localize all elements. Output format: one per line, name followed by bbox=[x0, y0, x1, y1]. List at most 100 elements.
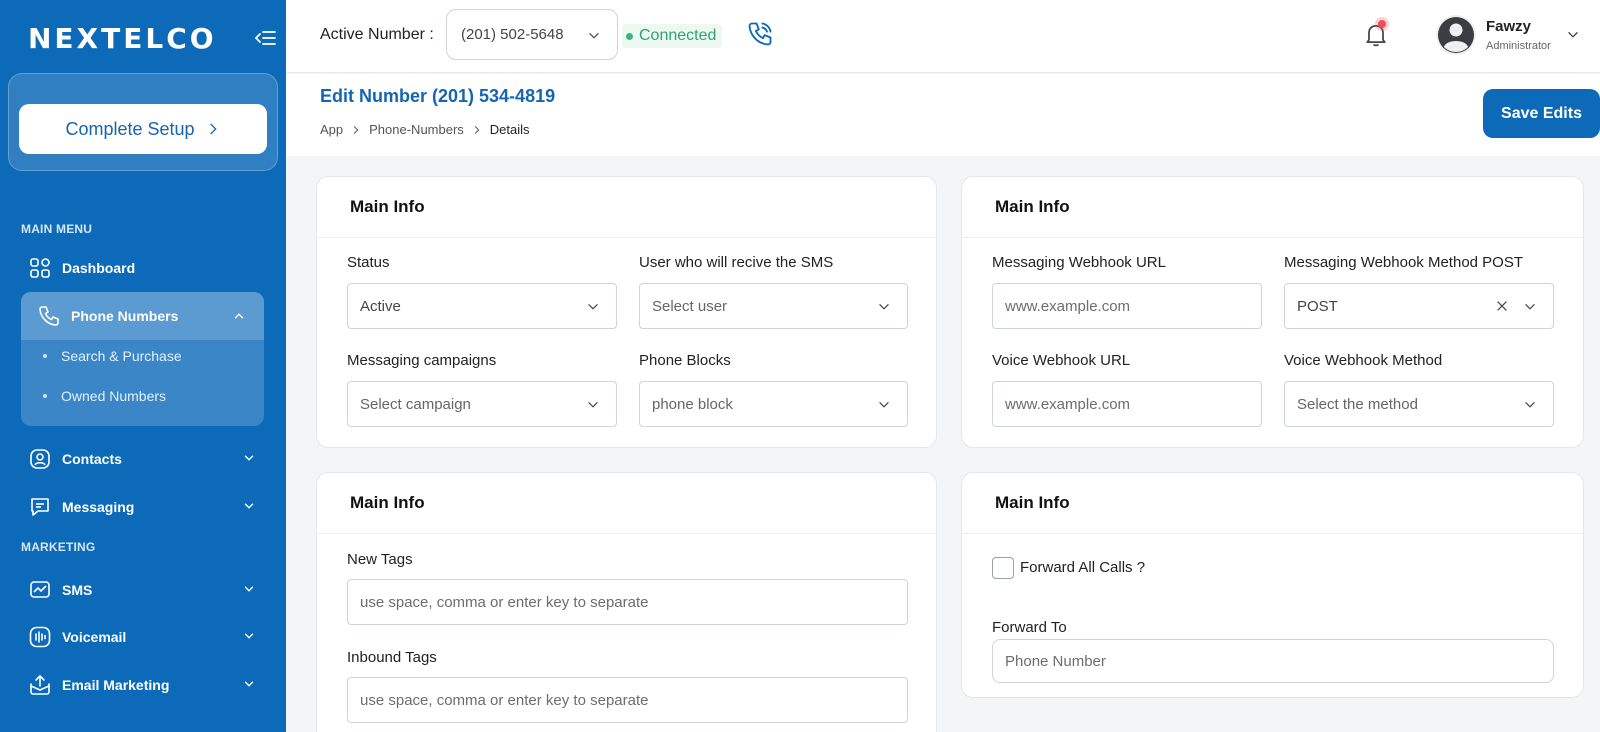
active-number-select[interactable]: (201) 502-5648 bbox=[446, 9, 618, 60]
campaigns-label: Messaging campaigns bbox=[347, 352, 497, 369]
message-icon bbox=[28, 495, 52, 519]
sidebar-item-label: Email Marketing bbox=[62, 677, 170, 693]
main-info-card: Main Info Status Active User who will re… bbox=[316, 176, 937, 448]
email-upload-icon bbox=[28, 673, 52, 697]
sms-icon bbox=[28, 578, 52, 602]
notification-badge bbox=[1378, 20, 1386, 28]
card-title: Main Info bbox=[350, 197, 425, 216]
sidebar-item-dashboard[interactable]: Dashboard bbox=[21, 248, 264, 288]
complete-setup-button[interactable]: Complete Setup bbox=[19, 104, 267, 154]
notifications-bell-icon[interactable] bbox=[1362, 18, 1390, 50]
new-tags-input[interactable] bbox=[347, 579, 908, 625]
messaging-method-label: Messaging Webhook Method POST bbox=[1284, 254, 1524, 271]
messaging-webhook-input[interactable] bbox=[992, 283, 1262, 329]
sidebar-item-voicemail[interactable]: Voicemail bbox=[21, 617, 264, 657]
user-name: Fawzy bbox=[1486, 18, 1532, 35]
phone-call-icon[interactable] bbox=[746, 20, 774, 48]
chevron-down-icon bbox=[589, 33, 599, 39]
chevron-down-icon bbox=[244, 455, 254, 461]
chevron-down-icon bbox=[244, 633, 254, 639]
chevron-down-icon[interactable] bbox=[1566, 28, 1580, 42]
connection-status-badge: Connected bbox=[622, 24, 723, 48]
marketing-label: MARKETING bbox=[21, 540, 96, 554]
logo: NEXTELCO bbox=[28, 22, 217, 55]
user-role: Administrator bbox=[1486, 40, 1551, 52]
sidebar-item-phone-numbers[interactable]: Phone Numbers bbox=[21, 292, 264, 340]
main-menu-label: MAIN MENU bbox=[21, 222, 93, 236]
breadcrumb-phone-numbers[interactable]: Phone-Numbers bbox=[369, 122, 464, 137]
sidebar-item-email-marketing[interactable]: Email Marketing bbox=[21, 665, 264, 705]
card-title: Main Info bbox=[350, 493, 425, 512]
status-label: Status bbox=[347, 254, 390, 271]
status-dot-icon bbox=[626, 32, 633, 40]
sidebar-item-contacts[interactable]: Contacts bbox=[21, 439, 264, 479]
chevron-down-icon bbox=[879, 304, 889, 310]
phone-block-placeholder: phone block bbox=[652, 395, 733, 413]
sidebar-item-label: Voicemail bbox=[62, 629, 127, 645]
chevron-down-icon bbox=[879, 402, 889, 408]
sms-user-placeholder: Select user bbox=[652, 297, 728, 315]
forward-info-card: Main Info Forward All Calls ? Forward To bbox=[961, 472, 1584, 698]
phone-icon bbox=[37, 304, 61, 328]
dashboard-icon bbox=[28, 256, 52, 280]
chevron-down-icon bbox=[1525, 402, 1535, 408]
sidebar-item-sms[interactable]: SMS bbox=[21, 570, 264, 610]
sidebar-subitem-owned-numbers[interactable]: Owned Numbers bbox=[43, 388, 166, 404]
voice-webhook-label: Voice Webhook URL bbox=[992, 352, 1131, 369]
bullet-icon bbox=[43, 354, 47, 358]
chevron-down-icon bbox=[244, 503, 254, 509]
contacts-icon bbox=[28, 447, 52, 471]
chevron-right-icon bbox=[353, 125, 359, 134]
voice-webhook-input[interactable] bbox=[992, 381, 1262, 427]
chevron-down-icon bbox=[588, 402, 598, 408]
card-divider bbox=[317, 533, 936, 534]
sidebar-item-label: SMS bbox=[62, 582, 93, 598]
forward-all-calls-label: Forward All Calls ? bbox=[1020, 559, 1146, 576]
status-value: Active bbox=[360, 297, 401, 315]
messaging-webhook-label: Messaging Webhook URL bbox=[992, 254, 1166, 271]
avatar[interactable] bbox=[1436, 15, 1476, 55]
forward-all-calls-checkbox[interactable] bbox=[992, 557, 1014, 579]
voicemail-icon bbox=[28, 625, 52, 649]
phone-block-select[interactable]: phone block bbox=[639, 381, 908, 427]
sidebar-subitem-label: Owned Numbers bbox=[61, 388, 167, 404]
page-header: Edit Number (201) 534-4819 App Phone-Num… bbox=[286, 74, 1600, 156]
save-edits-button[interactable]: Save Edits bbox=[1483, 89, 1600, 138]
chevron-down-icon bbox=[244, 681, 254, 687]
sidebar-subitem-label: Search & Purchase bbox=[61, 348, 182, 364]
sms-user-label: User who will recive the SMS bbox=[639, 254, 834, 271]
voice-method-select[interactable]: Select the method bbox=[1284, 381, 1554, 427]
phone-numbers-group: Phone Numbers Search & Purchase Owned Nu… bbox=[21, 292, 264, 426]
close-icon[interactable] bbox=[1495, 299, 1509, 313]
tags-info-card: Main Info New Tags Inbound Tags bbox=[316, 472, 937, 732]
breadcrumb-app[interactable]: App bbox=[320, 122, 343, 137]
campaign-placeholder: Select campaign bbox=[360, 395, 471, 413]
forward-to-label: Forward To bbox=[992, 619, 1067, 636]
webhook-info-card: Main Info Messaging Webhook URL Messagin… bbox=[961, 176, 1584, 448]
sidebar-item-label: Dashboard bbox=[62, 260, 136, 276]
card-title: Main Info bbox=[995, 493, 1070, 512]
page-title: Edit Number (201) 534-4819 bbox=[320, 86, 556, 106]
active-number-value: (201) 502-5648 bbox=[461, 26, 564, 43]
inbound-tags-label: Inbound Tags bbox=[347, 649, 437, 666]
bullet-icon bbox=[43, 394, 47, 398]
active-number-label: Active Number : bbox=[320, 26, 434, 43]
sidebar-item-label: Contacts bbox=[62, 451, 122, 467]
forward-to-input[interactable] bbox=[992, 639, 1554, 683]
sms-user-select[interactable]: Select user bbox=[639, 283, 908, 329]
chevron-right-icon bbox=[474, 125, 480, 134]
campaign-select[interactable]: Select campaign bbox=[347, 381, 617, 427]
sidebar-item-messaging[interactable]: Messaging bbox=[21, 487, 264, 527]
inbound-tags-input[interactable] bbox=[347, 677, 908, 723]
collapse-sidebar-icon[interactable] bbox=[254, 26, 278, 50]
topbar: Active Number : (201) 502-5648 Connected… bbox=[286, 0, 1600, 73]
messaging-method-select[interactable]: POST bbox=[1284, 283, 1554, 329]
sidebar-item-label: Messaging bbox=[62, 499, 135, 515]
setup-panel: Complete Setup bbox=[8, 73, 278, 171]
phone-blocks-label: Phone Blocks bbox=[639, 352, 731, 369]
chevron-right-icon bbox=[209, 123, 217, 135]
status-select[interactable]: Active bbox=[347, 283, 617, 329]
connection-status-text: Connected bbox=[639, 27, 717, 44]
sidebar-subitem-search-purchase[interactable]: Search & Purchase bbox=[43, 348, 182, 364]
card-divider bbox=[317, 237, 936, 238]
